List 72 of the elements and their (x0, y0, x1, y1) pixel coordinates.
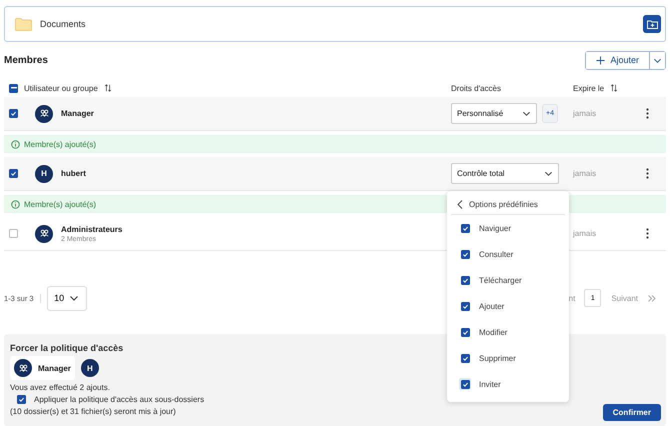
column-header: Utilisateur ou groupe (24, 84, 98, 92)
last-page-icon[interactable] (648, 294, 656, 302)
check-icon (462, 302, 468, 310)
more-icon[interactable] (646, 228, 649, 239)
apply-checkbox[interactable] (17, 395, 26, 404)
option-checkbox[interactable] (460, 380, 470, 388)
select-all-checkbox[interactable] (9, 84, 18, 92)
notice-text: Membre(s) ajouté(s) (24, 200, 96, 208)
sort-icon[interactable] (610, 84, 618, 92)
check-icon (462, 224, 468, 232)
update-note: (10 dossier(s) et 31 fichier(s) seront mis à jour) (10, 407, 176, 416)
option-label: Modifier (479, 328, 508, 336)
plus-icon (596, 56, 606, 64)
expiry-date: jamais (573, 169, 598, 178)
option-label: Inviter (479, 380, 501, 388)
group-icon (18, 362, 28, 374)
option-checkbox[interactable] (460, 276, 470, 284)
member-name: Manager (38, 364, 71, 372)
rights-select[interactable]: Contrôle total (451, 163, 559, 184)
option-label: Naviguer (479, 224, 512, 232)
option-label: Consulter (479, 250, 514, 258)
rights-select[interactable]: Personnalisé (451, 103, 537, 124)
expiry-date: jamais (573, 109, 598, 118)
group-icon (38, 228, 50, 239)
option-checkbox[interactable] (460, 302, 470, 310)
avatar: H (80, 359, 99, 377)
section-title: Membres (4, 54, 48, 66)
check-icon (10, 170, 17, 177)
option-label: Ajouter (479, 302, 504, 310)
more-icon[interactable] (646, 108, 649, 119)
caret-icon (69, 293, 80, 303)
member-name: Manager (61, 109, 94, 118)
member-name: hubert (61, 169, 86, 178)
member-name: Administrateurs (61, 224, 122, 234)
option-checkbox[interactable] (460, 224, 470, 232)
column-header: Droits d'accès (451, 84, 501, 92)
new-folder-button[interactable] (643, 15, 661, 33)
check-icon (462, 354, 468, 362)
check-icon (462, 250, 468, 258)
check-icon (462, 380, 468, 388)
option-checkbox[interactable] (460, 328, 470, 336)
option-checkbox[interactable] (460, 354, 470, 362)
check-icon (462, 328, 468, 336)
avatar: H (35, 164, 53, 182)
check-icon (462, 276, 468, 284)
row-checkbox[interactable] (9, 169, 18, 178)
option-label: Supprimer (479, 354, 516, 362)
apply-label: Appliquer la politique d'accès aux sous-dossiers (34, 395, 204, 404)
group-icon (38, 108, 50, 119)
column-header: Expire le (573, 84, 604, 92)
option-checkbox[interactable] (460, 250, 470, 258)
folder-name: Documents (40, 19, 87, 29)
expiry-date: jamais (573, 229, 598, 238)
row-checkbox[interactable] (9, 229, 18, 238)
folder-icon (15, 18, 32, 30)
more-icon[interactable] (646, 168, 649, 179)
sort-icon[interactable] (104, 84, 112, 92)
policy-title: Forcer la politique d'accès (10, 343, 124, 353)
row-checkbox[interactable] (9, 109, 18, 118)
info-icon (11, 140, 20, 148)
per-page-select[interactable]: 10 (46, 286, 87, 310)
minus-icon (10, 87, 16, 89)
check-icon (10, 110, 17, 117)
caret-icon (544, 169, 553, 178)
summary-text: Vous avez effectué 2 ajouts. (10, 383, 110, 392)
notice-text: Membre(s) ajouté(s) (24, 140, 96, 148)
add-button[interactable]: Ajouter (586, 52, 650, 68)
caret-icon (522, 109, 531, 118)
check-icon (18, 396, 25, 403)
confirm-button[interactable]: Confirmer (602, 404, 661, 421)
folder-plus-icon (646, 20, 658, 28)
option-label: Télécharger (479, 276, 522, 284)
